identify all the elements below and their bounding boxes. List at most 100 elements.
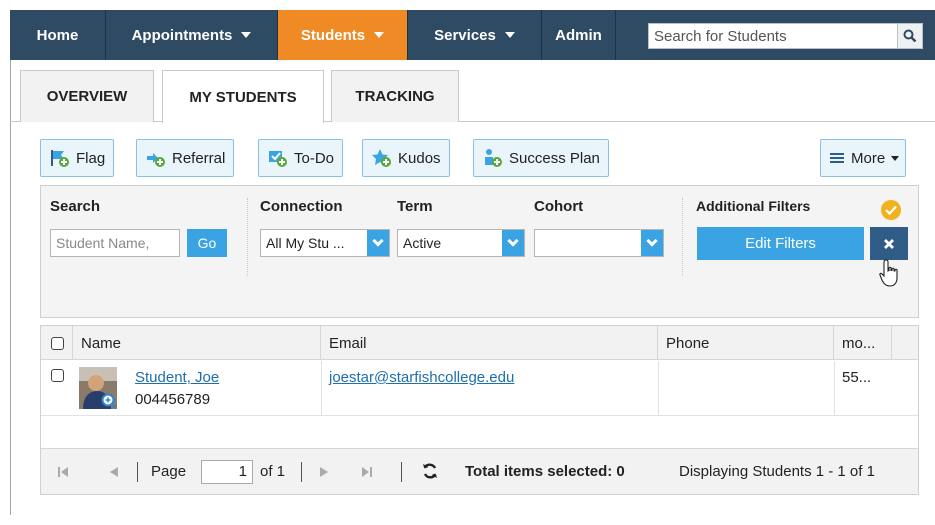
nav-admin-label: Admin [555,26,602,44]
row-checkbox[interactable] [51,369,64,382]
zoom-in-icon [101,393,117,409]
search-icon [903,29,917,43]
student-name-link[interactable]: Student, Joe [135,369,219,386]
tab-overview[interactable]: OVERVIEW [20,70,154,122]
column-divider [658,361,659,416]
go-button[interactable]: Go [187,229,227,257]
flag-plus-icon [51,150,69,167]
page-count-label: of 1 [260,463,286,480]
tab-my-students[interactable]: MY STUDENTS [162,70,324,123]
check-circle-icon [881,200,901,220]
term-value: Active [403,235,442,251]
table-header: Name Email Phone mo... [41,326,918,360]
kudos-label: Kudos [398,149,441,167]
todo-plus-icon [269,151,287,167]
term-filter-label: Term [397,198,433,215]
nav-appointments[interactable]: Appointments [106,10,278,60]
select-all-checkbox[interactable] [51,336,64,350]
edit-filters-button[interactable]: Edit Filters [697,227,864,260]
cohort-select[interactable] [534,229,664,257]
nav-students-label: Students [300,26,366,44]
filter-divider [682,198,683,276]
student-id: 004456789 [135,391,211,408]
success-plan-button[interactable]: Success Plan [473,139,609,177]
page-number-input[interactable]: 1 [201,460,253,484]
student-name-input[interactable]: Student Name, [50,229,180,257]
tab-overview-label: OVERVIEW [46,88,128,105]
chevron-down-icon [641,230,663,256]
pager-divider [137,462,138,482]
chevron-down-icon [891,155,900,161]
header-phone[interactable]: Phone [658,326,834,360]
pager-divider [401,462,402,482]
connection-value: All My Stu ... [266,235,345,251]
header-email[interactable]: Email [321,326,658,360]
nav-services[interactable]: Services [408,10,542,60]
chevron-down-icon [502,230,524,256]
term-select[interactable]: Active [397,229,525,257]
additional-filters-label: Additional Filters [696,198,811,214]
kudos-plus-icon [372,149,391,167]
select-all-cell [41,326,73,360]
nav-home[interactable]: Home [10,10,106,60]
search-filter-label: Search [50,198,101,215]
content-frame-border [10,60,11,515]
chevron-down-icon [374,32,385,38]
filter-divider [247,198,248,276]
connection-select[interactable]: All My Stu ... [260,229,390,257]
flag-button[interactable]: Flag [40,139,115,177]
last-page-icon[interactable] [361,465,373,479]
first-page-icon[interactable] [57,465,69,479]
hand-cursor-icon [879,259,898,287]
refresh-icon[interactable] [421,462,439,480]
referral-plus-icon [147,153,165,167]
filters-panel: Search Student Name, Go Connection All M… [40,185,919,318]
chevron-down-icon [241,32,252,38]
next-page-icon[interactable] [319,465,331,479]
student-email-link[interactable]: joestar@starfishcollege.edu [329,369,514,386]
nav-students[interactable]: Students [278,10,408,60]
flag-label: Flag [76,149,106,167]
connection-filter-label: Connection [260,198,343,215]
column-divider [834,361,835,416]
referral-label: Referral [172,149,226,167]
cohort-filter-label: Cohort [534,198,584,215]
more-label: More [851,149,886,167]
nav-home-label: Home [36,26,79,44]
header-more-column[interactable]: mo... [834,326,892,360]
kudos-button[interactable]: Kudos [362,139,450,177]
nav-appointments-label: Appointments [131,26,233,44]
displaying-label: Displaying Students 1 - 1 of 1 [679,463,875,480]
success-plan-plus-icon [485,149,502,167]
pagination-bar: Page 1 of 1 Total items selected: 0 Disp… [41,448,918,494]
referral-button[interactable]: Referral [136,139,235,177]
student-photo[interactable] [79,367,117,409]
nav-services-label: Services [434,26,496,44]
nav-admin[interactable]: Admin [542,10,616,60]
header-name[interactable]: Name [73,326,321,360]
tab-my-students-label: MY STUDENTS [189,88,297,106]
student-search-input[interactable] [649,24,897,48]
student-more-value: 55... [842,369,872,386]
clear-filters-button[interactable] [870,227,908,260]
todo-button[interactable]: To-Do [258,139,344,177]
chevron-down-icon [367,230,389,256]
todo-label: To-Do [294,149,335,167]
more-button[interactable]: More [820,139,907,177]
success-plan-label: Success Plan [509,149,600,167]
page-label: Page [151,463,187,480]
tab-tracking-label: TRACKING [355,88,435,105]
column-divider [321,361,322,416]
table-row: Student, Joe 004456789 joestar@starfishc… [41,361,918,416]
previous-page-icon[interactable] [107,465,119,479]
search-button[interactable] [897,24,922,48]
close-icon [884,238,894,249]
student-search-box [648,23,923,49]
chevron-down-icon [504,32,515,38]
students-table: Name Email Phone mo... Student, Joe 0044… [40,325,919,495]
top-nav: Home Appointments Students Services Admi… [10,10,935,60]
pager-divider [301,462,302,482]
tab-tracking[interactable]: TRACKING [331,70,459,122]
total-selected-label: Total items selected: 0 [465,463,625,480]
menu-icon [830,153,844,163]
